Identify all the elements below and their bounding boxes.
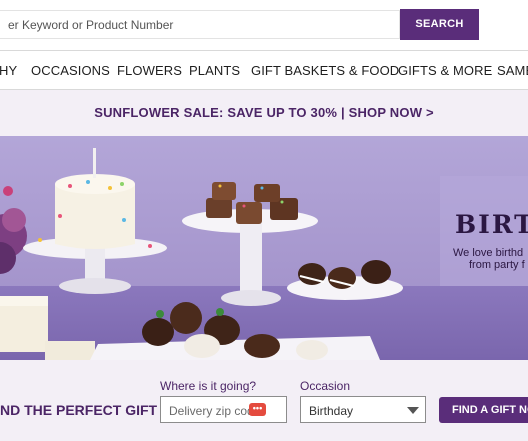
gift-finder-title: ND THE PERFECT GIFT <box>0 402 158 418</box>
occasion-label: Occasion <box>300 379 351 393</box>
hero-title: BIRTH <box>455 210 528 239</box>
gift-finder: ND THE PERFECT GIFT Where is it going? O… <box>0 360 528 441</box>
search-button[interactable]: SEARCH <box>400 9 479 40</box>
find-gift-button[interactable]: FIND A GIFT NO <box>439 397 528 423</box>
nav-item-hy[interactable]: HY <box>0 63 17 78</box>
occasion-select[interactable]: Birthday <box>300 396 426 423</box>
hero-subtitle-line2: from party f <box>469 259 525 271</box>
nav-item-occasions[interactable]: OCCASIONS <box>31 63 110 78</box>
hero-image <box>0 136 528 360</box>
hero-banner[interactable]: BIRTH We love birthd from party f <box>0 136 528 360</box>
nav-item-plants[interactable]: PLANTS <box>189 63 240 78</box>
nav-item-flowers[interactable]: FLOWERS <box>117 63 182 78</box>
promo-text[interactable]: SUNFLOWER SALE: SAVE UP TO 30% | SHOP NO… <box>0 105 528 120</box>
hero-subtitle-line1: We love birthd <box>453 247 524 259</box>
nav-item-gifts-more[interactable]: GIFTS & MORE <box>398 63 492 78</box>
promo-banner[interactable]: SUNFLOWER SALE: SAVE UP TO 30% | SHOP NO… <box>0 90 528 136</box>
search-bar: SEARCH <box>0 0 528 50</box>
main-nav: HY OCCASIONS FLOWERS PLANTS GIFT BASKETS… <box>0 51 528 89</box>
nav-item-gift-baskets-food[interactable]: GIFT BASKETS & FOOD <box>251 63 399 78</box>
password-manager-icon[interactable]: ••• <box>249 403 266 416</box>
zip-code-input[interactable]: Delivery zip code ••• <box>160 396 287 423</box>
search-input[interactable] <box>0 10 400 39</box>
chevron-down-icon <box>407 407 419 414</box>
nav-item-same-day[interactable]: SAME <box>497 63 528 78</box>
zip-code-placeholder: Delivery zip code <box>169 404 261 418</box>
occasion-selected-value: Birthday <box>309 404 354 418</box>
where-label: Where is it going? <box>160 379 257 393</box>
